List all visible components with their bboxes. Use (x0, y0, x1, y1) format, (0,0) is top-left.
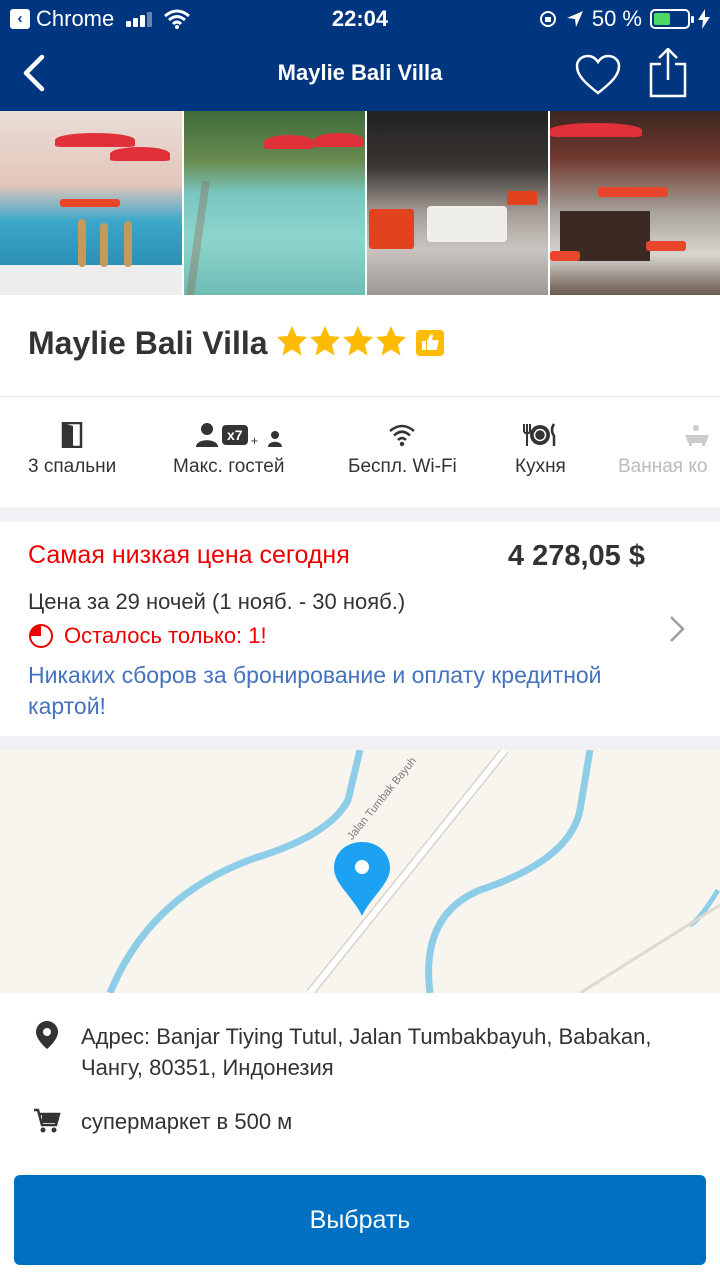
star-rating (276, 325, 408, 357)
chevron-right-icon[interactable] (668, 614, 686, 644)
map-canvas (106, 750, 720, 993)
price-block[interactable]: Самая низкая цена сегодня 4 278,05 $ Цен… (0, 522, 720, 736)
shopping-cart-icon (34, 1108, 61, 1133)
heart-icon[interactable] (574, 53, 622, 97)
facility-label: Беспл. Wi-Fi (348, 456, 457, 477)
child-icon (268, 431, 283, 447)
wifi-icon (389, 424, 416, 447)
no-fees-note: Никаких сборов за бронирование и оплату … (28, 662, 602, 719)
rooms-left-text: Осталось только: 1! (64, 623, 267, 648)
facility-max-guests: x7 + Макс. гостей (173, 421, 284, 478)
address-section: Адрес: Banjar Tiying Tutul, Jalan Tumbak… (0, 993, 720, 1173)
guests-badge: x7 (222, 425, 248, 445)
battery-percent: 50 % (591, 6, 642, 31)
facility-kitchen: Кухня (515, 421, 566, 478)
facility-label: Кухня (515, 456, 566, 477)
photo-gallery[interactable] (0, 111, 720, 295)
header: ‹ Chrome 22:04 50 % Maylie Bali Villa (0, 0, 720, 111)
price-amount: 4 278,05 $ (507, 540, 645, 572)
nearby-supermarket: супермаркет в 500 м (81, 1109, 293, 1134)
photo-terrace[interactable] (550, 111, 720, 295)
guests-icon (196, 423, 218, 447)
facilities-strip[interactable]: 3 спальни x7 + Макс. гостей Беспл. Wi-Fi… (0, 397, 720, 507)
facility-wifi: Беспл. Wi-Fi (348, 421, 457, 478)
facility-label: 3 спальни (28, 456, 117, 477)
charging-icon (698, 9, 710, 29)
battery-icon (650, 9, 694, 29)
section-divider (0, 507, 720, 522)
lowest-price-label: Самая низкая цена сегодня (28, 541, 350, 569)
facility-label: Макс. гостей (173, 456, 285, 477)
status-bar: ‹ Chrome 22:04 50 % (0, 0, 720, 38)
bathtub-icon (685, 425, 709, 446)
photo-pool[interactable] (184, 111, 365, 295)
thumbs-up-icon (416, 330, 444, 356)
photo-dining[interactable] (367, 111, 548, 295)
orientation-lock-icon (539, 11, 556, 27)
share-icon[interactable] (647, 48, 689, 98)
facility-label: Ванная ко (618, 456, 708, 477)
star-icon (343, 326, 373, 356)
section-divider (0, 736, 720, 750)
price-nights: Цена за 29 ночей (1 нояб. - 30 нояб.) (28, 589, 406, 614)
address-text: Адрес: Banjar Tiying Tutul, Jalan Tumbak… (81, 1024, 652, 1080)
door-icon (61, 422, 83, 448)
star-icon (310, 326, 340, 356)
dining-icon (523, 423, 556, 446)
rooms-left: Осталось только: 1! (28, 623, 267, 649)
timer-pie-icon (29, 624, 53, 648)
location-pin-icon (36, 1021, 58, 1049)
star-icon (376, 326, 406, 356)
location-map[interactable]: Jalan Tumbak Bayuh (0, 750, 720, 993)
facility-bedrooms: 3 спальни (28, 421, 116, 478)
hotel-name: Maylie Bali Villa (28, 325, 268, 361)
select-button[interactable]: Выбрать (14, 1175, 706, 1265)
location-icon (566, 11, 583, 27)
hotel-header: Maylie Bali Villa (0, 295, 720, 397)
star-icon (277, 326, 307, 356)
facility-bathroom: Ванная ко (618, 421, 720, 478)
photo-pool-ducks[interactable] (0, 111, 182, 295)
navbar: Maylie Bali Villa (0, 38, 720, 111)
